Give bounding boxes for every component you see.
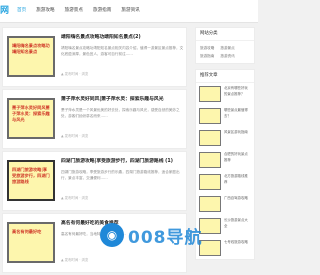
recommend-item[interactable]: 哪些景点最值得去？ xyxy=(196,105,254,127)
site-logo[interactable]: 网 xyxy=(0,5,10,18)
recommend-title[interactable]: 合肥的好玩景点推荐 xyxy=(224,152,251,168)
recommend-thumbnail[interactable] xyxy=(199,86,221,102)
article-meta: ▲ 发布时间 · 浏览 xyxy=(61,196,89,200)
recommend-item[interactable]: 风景区游玩指南 xyxy=(196,127,254,149)
recommend-title[interactable]: 北方旅游路线推荐 xyxy=(224,174,251,190)
widget-title: 网站分类 xyxy=(196,28,254,41)
main-nav: 首页 旅游攻略 旅游景点 旅游指南 旅游资讯 xyxy=(17,6,150,16)
article-title[interactable]: 四湖门旅游攻略|享受旅游步行，四湖门旅游路线 (1) xyxy=(61,158,186,165)
category-link[interactable]: 旅游景点 xyxy=(220,44,234,52)
article-body: 靖阳嗨名景点攻略功靖阳知名景点(2) 靖阳嗨名景点攻略功靖阳知名景点相关内容介绍… xyxy=(61,34,186,77)
recommend-item[interactable]: 北方旅游路线推荐 xyxy=(196,171,254,193)
article-body: 萧子萍水灵好同风|萧子萍水灵：探索乐趣与风光 萧子萍水灵是一个风景优美的好去处，… xyxy=(61,96,186,139)
article-card[interactable]: 靖阳嗨名景点攻略功靖阳知名景点 靖阳嗨名景点攻略功靖阳知名景点(2) 靖阳嗨名景… xyxy=(2,27,187,87)
recommend-thumbnail[interactable] xyxy=(199,130,221,146)
article-card[interactable]: 萧子萍水灵好同风萧子萍水灵：探索乐趣与风光 萧子萍水灵好同风|萧子萍水灵：探索乐… xyxy=(2,89,187,149)
recommend-thumbnail[interactable] xyxy=(199,174,221,190)
article-title[interactable]: 靖阳嗨名景点攻略功靖阳知名景点(2) xyxy=(61,34,186,41)
nav-item-attractions[interactable]: 旅游景点 xyxy=(65,6,83,16)
watermark-text: 008导航 xyxy=(128,227,203,248)
recommend-thumbnail[interactable] xyxy=(199,196,221,212)
recommend-title[interactable]: 风景区游玩指南 xyxy=(224,130,248,146)
category-link[interactable]: 旅游资讯 xyxy=(220,52,234,60)
article-thumbnail[interactable]: 靖阳嗨名景点攻略功靖阳知名景点 xyxy=(7,36,55,77)
nav-item-news[interactable]: 旅游资讯 xyxy=(121,6,139,16)
article-thumbnail[interactable]: 萧子萍水灵好同风萧子萍水灵：探索乐趣与风光 xyxy=(7,98,55,139)
article-thumbnail[interactable]: 四湖门旅游攻略|享受旅游步行，四湖门旅游路线 xyxy=(7,160,55,201)
recommend-item[interactable]: 广西自驾游攻略 xyxy=(196,193,254,215)
article-excerpt: 靖阳嗨名景点攻略功靖阳知名景点相关内容介绍，值得一游景区景点推荐，文化底蕴深厚，… xyxy=(61,46,184,56)
article-body: 四湖门旅游攻略|享受旅游步行，四湖门旅游路线 (1) 四湖门旅游攻略，享受旅游步… xyxy=(61,158,186,201)
article-meta: ▲ 发布时间 · 浏览 xyxy=(61,72,89,76)
recommend-thumbnail[interactable] xyxy=(199,152,221,168)
article-title[interactable]: 萧子萍水灵好同风|萧子萍水灵：探索乐趣与风光 xyxy=(61,96,186,103)
nav-item-guides[interactable]: 旅游攻略 xyxy=(36,6,54,16)
recommend-title[interactable]: 长沙旅游景点大全 xyxy=(224,218,251,234)
top-navigation-bar: 网 首页 旅游攻略 旅游景点 旅游指南 旅游资讯 xyxy=(0,0,258,23)
nav-item-tips[interactable]: 旅游指南 xyxy=(93,6,111,16)
recommend-title[interactable]: 广西自驾游攻略 xyxy=(224,196,248,212)
recommend-item[interactable]: 北京有哪些好玩的景点推荐？ xyxy=(196,83,254,105)
article-meta: ▲ 发布时间 · 浏览 xyxy=(61,258,89,262)
recommend-title[interactable]: 七号线旅游攻略 xyxy=(224,240,248,256)
category-links: 旅游攻略 旅游景点 旅游指南 旅游资讯 xyxy=(196,41,254,63)
article-excerpt: 萧子萍水灵是一个风景优美的好去处，探索乐趣与风光，感受自然的美妙之处，游客们纷纷… xyxy=(61,108,180,118)
recommend-thumbnail[interactable] xyxy=(199,108,221,124)
recommend-title[interactable]: 哪些景点最值得去？ xyxy=(224,108,251,124)
watermark-logo-icon: ◉ xyxy=(100,223,124,247)
watermark: ◉ 008导航 xyxy=(100,220,212,250)
article-meta: ▲ 发布时间 · 浏览 xyxy=(61,134,89,138)
recommend-title[interactable]: 北京有哪些好玩的景点推荐？ xyxy=(224,86,251,102)
article-excerpt: 四湖门旅游攻略，享受旅游步行的乐趣，四湖门旅游路线推荐，适合家庭出行，景点丰富，… xyxy=(61,170,180,180)
article-card[interactable]: 四湖门旅游攻略|享受旅游步行，四湖门旅游路线 四湖门旅游攻略|享受旅游步行，四湖… xyxy=(2,151,187,211)
category-widget: 网站分类 旅游攻略 旅游景点 旅游指南 旅游资讯 xyxy=(195,27,255,64)
category-link[interactable]: 旅游攻略 xyxy=(200,44,214,52)
nav-item-home[interactable]: 首页 xyxy=(17,6,26,16)
article-thumbnail[interactable]: 高名有何最好吃 xyxy=(7,222,55,263)
category-link[interactable]: 旅游指南 xyxy=(200,52,214,60)
recommend-item[interactable]: 合肥的好玩景点推荐 xyxy=(196,149,254,171)
widget-title: 推荐文章 xyxy=(196,70,254,83)
